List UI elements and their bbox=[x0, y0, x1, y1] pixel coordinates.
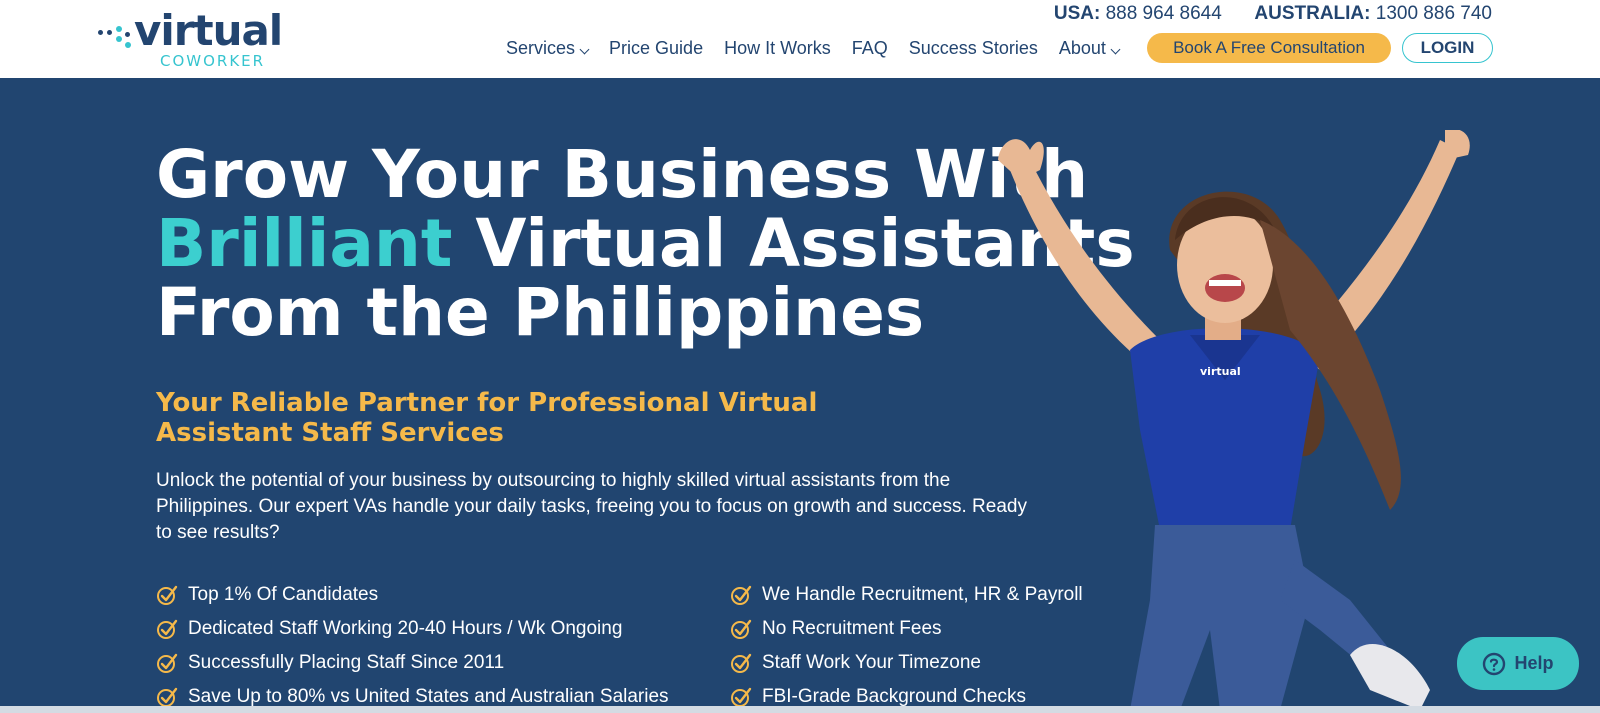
check-circle-icon bbox=[731, 653, 752, 673]
headline-line-2: Brilliant Virtual Assistants bbox=[156, 209, 1135, 278]
feature-text: Successfully Placing Staff Since 2011 bbox=[188, 652, 505, 673]
nav-price-guide[interactable]: Price Guide bbox=[609, 38, 703, 59]
hero-headline: Grow Your Business With Brilliant Virtua… bbox=[156, 140, 1135, 347]
chevron-down-icon bbox=[579, 44, 590, 54]
feature-text: Dedicated Staff Working 20-40 Hours / Wk… bbox=[188, 618, 623, 639]
chevron-down-icon bbox=[1110, 44, 1121, 54]
help-button-label: Help bbox=[1514, 653, 1554, 673]
hero-intro: Unlock the potential of your business by… bbox=[156, 470, 1027, 543]
check-circle-icon bbox=[157, 585, 178, 605]
nav-services[interactable]: Services bbox=[506, 37, 590, 59]
headline-accent-word: Brilliant bbox=[156, 205, 453, 282]
site-header: virtual COWORKER USA: 888 964 8644 AUSTR… bbox=[0, 0, 1600, 78]
svg-text:virtual: virtual bbox=[1200, 365, 1241, 378]
australia-label: AUSTRALIA: bbox=[1254, 3, 1371, 24]
nav-about-label: About bbox=[1058, 37, 1106, 58]
usa-phone-link[interactable]: 888 964 8644 bbox=[1106, 3, 1222, 24]
nav-services-label: Services bbox=[506, 37, 576, 58]
logo-subtitle: COWORKER bbox=[160, 52, 266, 70]
feature-item: Save Up to 80% vs United States and Aust… bbox=[156, 680, 669, 706]
nav-how-it-works[interactable]: How It Works bbox=[724, 38, 831, 59]
feature-item: Successfully Placing Staff Since 2011 bbox=[156, 646, 669, 680]
feature-text: Top 1% Of Candidates bbox=[188, 584, 379, 605]
feature-text: FBI-Grade Background Checks bbox=[762, 686, 1027, 706]
help-button[interactable]: Help bbox=[1457, 637, 1579, 690]
check-circle-icon bbox=[157, 687, 178, 706]
book-consultation-button[interactable]: Book A Free Consultation bbox=[1147, 33, 1391, 63]
usa-label: USA: bbox=[1053, 3, 1101, 24]
headline-line-3: From the Philippines bbox=[156, 274, 925, 351]
headline-line-1: Grow Your Business With bbox=[156, 136, 1089, 213]
hero-person-image: virtual bbox=[998, 130, 1470, 706]
nav-about[interactable]: About bbox=[1058, 37, 1121, 59]
phone-numbers: USA: 888 964 8644 AUSTRALIA: 1300 886 74… bbox=[1054, 3, 1492, 25]
bottom-strip bbox=[0, 706, 1600, 713]
check-circle-icon bbox=[731, 585, 752, 605]
feature-text: Save Up to 80% vs United States and Aust… bbox=[188, 686, 669, 706]
check-circle-icon bbox=[731, 687, 752, 706]
logo[interactable]: virtual COWORKER bbox=[98, 6, 288, 72]
feature-list-left: Top 1% Of Candidates Dedicated Staff Wor… bbox=[156, 578, 669, 706]
nav-success-stories[interactable]: Success Stories bbox=[909, 38, 1038, 59]
main-nav: Services Price Guide How It Works FAQ Su… bbox=[506, 33, 1140, 63]
australia-phone-link[interactable]: 1300 886 740 bbox=[1376, 3, 1492, 24]
hero-subheading: Your Reliable Partner for Professional V… bbox=[156, 388, 818, 448]
feature-text: Staff Work Your Timezone bbox=[762, 652, 981, 673]
logo-wordmark: virtual bbox=[134, 6, 283, 55]
check-circle-icon bbox=[157, 619, 178, 639]
check-circle-icon bbox=[157, 653, 178, 673]
feature-text: No Recruitment Fees bbox=[762, 618, 942, 639]
question-circle-icon bbox=[1483, 652, 1506, 675]
login-button[interactable]: LOGIN bbox=[1402, 33, 1493, 63]
feature-item: Dedicated Staff Working 20-40 Hours / Wk… bbox=[156, 612, 669, 646]
logo-dots-icon bbox=[98, 22, 138, 52]
hero-section: Grow Your Business With Brilliant Virtua… bbox=[0, 78, 1600, 706]
nav-faq[interactable]: FAQ bbox=[852, 38, 888, 59]
feature-item: Top 1% Of Candidates bbox=[156, 578, 669, 612]
check-circle-icon bbox=[731, 619, 752, 639]
